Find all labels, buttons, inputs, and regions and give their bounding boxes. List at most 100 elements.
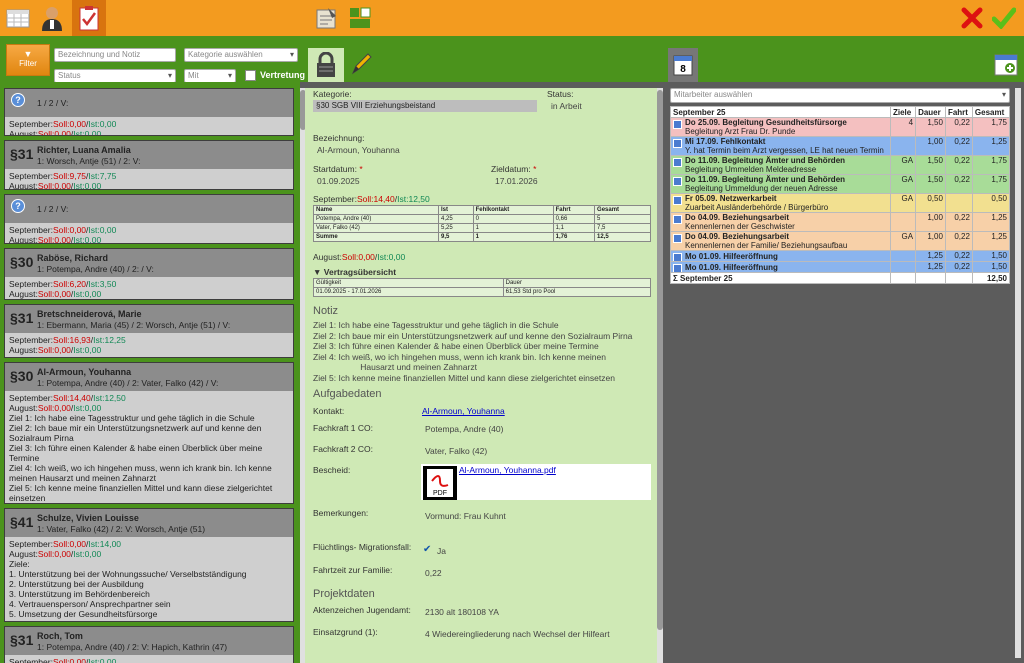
month-header: September 25	[670, 106, 891, 118]
hours-line: September:Soll:6,20/Ist:3,50	[9, 279, 117, 289]
with-select[interactable]: Mit	[184, 69, 236, 83]
task-card[interactable]: ? 1 / 2 / V: September:Soll:0,00/Ist:0,00 A…	[4, 88, 294, 136]
vertragsuebersicht-toggle[interactable]: ▼ Vertragsübersicht	[313, 267, 396, 277]
sum-total: 12,50	[971, 272, 1011, 284]
activity-type-icon	[673, 139, 682, 148]
confirm-check-icon[interactable]	[990, 4, 1018, 32]
activity-row[interactable]: Mo 01.09. Hilfeeröffnung 1,25 0,22 1,50	[670, 250, 1011, 262]
activity-row[interactable]: Do 25.09. Begleitung Gesundheitsfürsorge…	[670, 117, 1011, 137]
activity-dauer: 1,50	[915, 117, 946, 137]
fachkraft1-label: Fachkraft 1 CO:	[313, 423, 373, 433]
activity-subtitle: Kennenlernen der Geschwister	[685, 222, 795, 231]
activity-row[interactable]: Do 11.09. Begleitung Ämter und Behörden B…	[670, 174, 1011, 194]
cancel-icon[interactable]	[958, 4, 986, 32]
aktenzeichen-label: Aktenzeichen Jugendamt:	[313, 605, 411, 615]
goal-line: 5. Umsetzung der Gesundheitsfürsorge	[9, 609, 158, 619]
startdatum-value[interactable]: 01.09.2025	[317, 176, 360, 186]
activity-row[interactable]: Do 04.09. Beziehungsarbeit Kennenlernen d…	[670, 212, 1011, 232]
assignment-line: 1: Potempa, Andre (40) / 2: V: Hapich, K…	[37, 642, 228, 652]
activity-title-cell: Fr 05.09. Netzwerkarbeit Zuarbeit Ausländ…	[670, 193, 891, 213]
help-icon: ?	[11, 199, 25, 213]
bezeichnung-label: Bezeichnung:	[313, 133, 365, 143]
task-card-header: §31 Bretschneiderová, Marie 1: Ebermann, M…	[5, 305, 293, 333]
notiz-line: Hausarzt und meinen Zahnarzt	[313, 362, 477, 372]
lock-tab[interactable]	[308, 48, 344, 82]
hours-line: September:Soll:16,93/Ist:12,25	[9, 335, 126, 345]
client-name: Bretschneiderová, Marie	[37, 309, 142, 319]
startdatum-label: Startdatum: *	[313, 164, 363, 174]
mitarbeiter-select[interactable]: Mitarbeiter auswählen	[670, 88, 1010, 103]
calendar-icon[interactable]	[4, 4, 32, 32]
layout-icon[interactable]	[346, 4, 374, 32]
activity-title: Mo 01.09. Hilfeeröffnung	[685, 251, 778, 261]
activity-row[interactable]: Mi 17.09. Fehlkontakt Y. hat Termin beim …	[670, 136, 1011, 156]
fluechtling-check-icon[interactable]: ✔	[423, 544, 431, 555]
sum-icon: Σ	[673, 273, 678, 283]
kategorie-field[interactable]: §30 SGB VIII Erziehungsbeistand	[313, 100, 537, 112]
kontakt-label: Kontakt:	[313, 406, 345, 416]
activity-subtitle: Begleitung Arzt Frau Dr. Punde	[685, 127, 796, 136]
activity-ziele: 4	[889, 117, 917, 137]
notepad-icon[interactable]	[312, 4, 340, 32]
category-select[interactable]: Kategorie auswählen	[184, 48, 298, 62]
hours-line: September:Soll:0,00/Ist:0,00	[9, 119, 117, 129]
activity-row[interactable]: Do 11.09. Begleitung Ämter und Behörden B…	[670, 155, 1011, 175]
bezeichnung-value: Al-Armoun, Youhanna	[317, 145, 400, 155]
task-card[interactable]: §30 Al-Armoun, Youhanna 1: Potempa, Andre …	[4, 362, 294, 504]
task-list-panel: ? 1 / 2 / V: September:Soll:0,00/Ist:0,00 A…	[0, 82, 300, 663]
task-card-body: September:Soll:0,00/Ist:0,00	[5, 655, 293, 663]
zieldatum-value[interactable]: 17.01.2026	[495, 176, 538, 186]
hours-line: August:Soll:0,00/Ist:0,00	[9, 549, 102, 559]
einsatzgrund-label: Einsatzgrund (1):	[313, 627, 378, 637]
filter-button[interactable]: ▼ Filter	[6, 44, 50, 76]
hours-line: August:Soll:0,00/Ist:0,00	[9, 345, 102, 355]
edit-pencil-icon[interactable]	[350, 52, 372, 78]
person-icon[interactable]	[38, 4, 66, 32]
notiz-line: Ziel 5: Ich kenne meine finanziellen Mit…	[313, 372, 615, 383]
name-search-input[interactable]: Bezeichnung und Notiz	[54, 48, 176, 62]
activity-dauer: 0,50	[915, 193, 946, 213]
task-card[interactable]: §41 Schulze, Vivien Louisse 1: Vater, Falk…	[4, 508, 294, 622]
activity-ziele: GA	[889, 155, 917, 175]
calendar-tab[interactable]: 8	[668, 48, 698, 82]
activity-row[interactable]: Do 04.09. Beziehungsarbeit Kennenlernen d…	[670, 231, 1011, 251]
status-select[interactable]: Status	[54, 69, 176, 83]
task-card[interactable]: §31 Bretschneiderová, Marie 1: Ebermann, M…	[4, 304, 294, 358]
hours-line: August:Soll:0,00/Ist:0,00	[9, 181, 102, 189]
activity-table: September 25 Ziele Dauer Fahrt Gesamt Do 25.0…	[670, 106, 1011, 284]
task-card[interactable]: §31 Roch, Tom 1: Potempa, Andre (40) / 2: …	[4, 626, 294, 663]
activity-fahrt: 0,22	[944, 155, 973, 175]
task-card[interactable]: ? 1 / 2 / V: September:Soll:0,00/Ist:0,00 A…	[4, 194, 294, 244]
activity-title-cell: Do 04.09. Beziehungsarbeit Kennenlernen d…	[670, 212, 891, 232]
activity-dauer: 1,00	[915, 136, 946, 156]
activity-type-icon	[673, 196, 682, 205]
svg-text:PDF: PDF	[433, 490, 447, 497]
bescheid-attachment[interactable]: PDF Al-Armoun, Youhanna.pdf	[421, 464, 651, 500]
substitute-label: Vertretung	[260, 70, 306, 80]
task-card-header: §31 Roch, Tom 1: Potempa, Andre (40) / 2: …	[5, 627, 293, 655]
task-card-body: September:Soll:16,93/Ist:12,25 August:Sol…	[5, 333, 293, 357]
checklist-icon[interactable]	[72, 0, 106, 36]
kontakt-link[interactable]: Al-Armoun, Youhanna	[422, 406, 505, 416]
assignment-line: 1: Potempa, Andre (40) / 2: Vater, Falko…	[37, 378, 219, 388]
fachkraft2-label: Fachkraft 2 CO:	[313, 444, 373, 454]
activity-fahrt: 0,22	[944, 250, 973, 262]
kategorie-value: §30 SGB VIII Erziehungsbeistand	[316, 101, 436, 110]
substitute-checkbox[interactable]	[245, 70, 256, 81]
right-scrollbar[interactable]	[1015, 88, 1021, 658]
bescheid-file-link[interactable]: Al-Armoun, Youhanna.pdf	[459, 465, 556, 475]
activity-gesamt: 1,25	[971, 231, 1011, 251]
detail-scrollbar[interactable]	[657, 88, 663, 663]
assignment-line: 1 / 2 / V:	[37, 204, 69, 214]
add-entry-icon[interactable]	[994, 54, 1018, 78]
activity-ziele	[889, 136, 917, 156]
activity-dauer: 1,50	[915, 174, 946, 194]
goal-line: 4. Vertrauensperson/ Ansprechpartner sei…	[9, 599, 171, 609]
activity-type-icon	[673, 234, 682, 243]
activity-row[interactable]: Mo 01.09. Hilfeeröffnung 1,25 0,22 1,50	[670, 261, 1011, 273]
activity-gesamt: 1,25	[971, 212, 1011, 232]
task-card[interactable]: §30 Raböse, Richard 1: Potempa, Andre (40)…	[4, 248, 294, 300]
task-card[interactable]: §31 Richter, Luana Amalia 1: Worsch, Antje…	[4, 140, 294, 190]
contract-table: Gültigkeit Dauer 01.09.2025 - 17.01.2026 6…	[313, 278, 652, 297]
activity-row[interactable]: Fr 05.09. Netzwerkarbeit Zuarbeit Ausländ…	[670, 193, 1011, 213]
